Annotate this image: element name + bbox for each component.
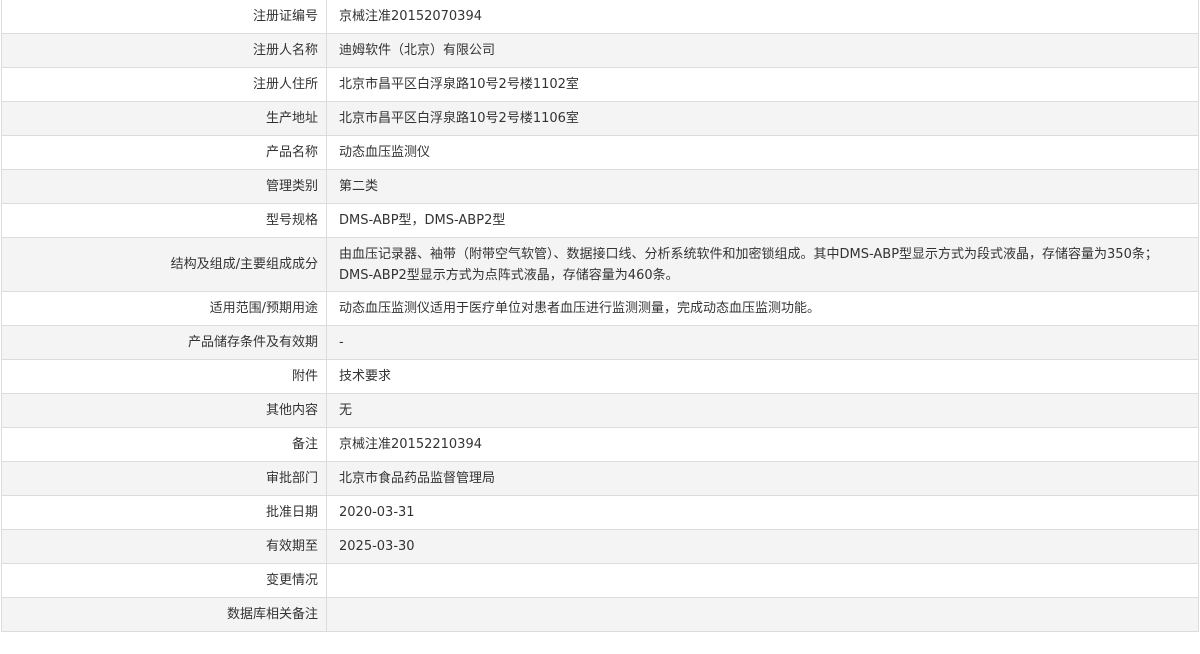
field-label: 产品名称 xyxy=(1,135,327,170)
field-label: 附件 xyxy=(1,359,327,394)
field-value: 迪姆软件（北京）有限公司 xyxy=(326,33,1199,68)
field-label: 注册证编号 xyxy=(1,0,327,34)
field-label: 有效期至 xyxy=(1,529,327,564)
row-registrant-address: 注册人住所 北京市昌平区白浮泉路10号2号楼1102室 xyxy=(1,67,1199,102)
row-attachment: 附件 技术要求 xyxy=(1,359,1199,394)
field-value: 京械注准20152210394 xyxy=(326,427,1199,462)
field-label: 变更情况 xyxy=(1,563,327,598)
field-label: 其他内容 xyxy=(1,393,327,428)
field-label: 注册人住所 xyxy=(1,67,327,102)
field-value: 技术要求 xyxy=(326,359,1199,394)
row-management-category: 管理类别 第二类 xyxy=(1,169,1199,204)
field-value: 第二类 xyxy=(326,169,1199,204)
field-label: 数据库相关备注 xyxy=(1,597,327,632)
field-label: 产品储存条件及有效期 xyxy=(1,325,327,360)
row-change-status: 变更情况 xyxy=(1,563,1199,598)
field-label: 生产地址 xyxy=(1,101,327,136)
row-approval-date: 批准日期 2020-03-31 xyxy=(1,495,1199,530)
field-value: - xyxy=(326,325,1199,360)
row-registration-number: 注册证编号 京械注准20152070394 xyxy=(1,0,1199,34)
field-value: 2025-03-30 xyxy=(326,529,1199,564)
field-label: 审批部门 xyxy=(1,461,327,496)
row-model-spec: 型号规格 DMS-ABP型，DMS-ABP2型 xyxy=(1,203,1199,238)
row-valid-until: 有效期至 2025-03-30 xyxy=(1,529,1199,564)
field-value: 北京市昌平区白浮泉路10号2号楼1106室 xyxy=(326,101,1199,136)
field-label: 注册人名称 xyxy=(1,33,327,68)
field-value xyxy=(326,563,1199,598)
field-value xyxy=(326,597,1199,632)
row-database-remarks: 数据库相关备注 xyxy=(1,597,1199,632)
row-remarks: 备注 京械注准20152210394 xyxy=(1,427,1199,462)
field-value: 2020-03-31 xyxy=(326,495,1199,530)
field-label: 适用范围/预期用途 xyxy=(1,291,327,326)
row-storage-validity: 产品储存条件及有效期 - xyxy=(1,325,1199,360)
field-label: 批准日期 xyxy=(1,495,327,530)
field-value: 由血压记录器、袖带（附带空气软管）、数据接口线、分析系统软件和加密锁组成。其中D… xyxy=(326,237,1199,292)
registration-detail: 注册证编号 京械注准20152070394 注册人名称 迪姆软件（北京）有限公司… xyxy=(1,0,1199,632)
field-value: 北京市昌平区白浮泉路10号2号楼1102室 xyxy=(326,67,1199,102)
row-approval-department: 审批部门 北京市食品药品监督管理局 xyxy=(1,461,1199,496)
field-value: 无 xyxy=(326,393,1199,428)
row-structure-composition: 结构及组成/主要组成成分 由血压记录器、袖带（附带空气软管）、数据接口线、分析系… xyxy=(1,237,1199,292)
row-production-address: 生产地址 北京市昌平区白浮泉路10号2号楼1106室 xyxy=(1,101,1199,136)
field-value: DMS-ABP型，DMS-ABP2型 xyxy=(326,203,1199,238)
field-label: 结构及组成/主要组成成分 xyxy=(1,237,327,292)
field-label: 型号规格 xyxy=(1,203,327,238)
row-registrant-name: 注册人名称 迪姆软件（北京）有限公司 xyxy=(1,33,1199,68)
field-value: 动态血压监测仪 xyxy=(326,135,1199,170)
field-label: 管理类别 xyxy=(1,169,327,204)
field-value: 京械注准20152070394 xyxy=(326,0,1199,34)
field-value: 北京市食品药品监督管理局 xyxy=(326,461,1199,496)
row-intended-use: 适用范围/预期用途 动态血压监测仪适用于医疗单位对患者血压进行监测测量，完成动态… xyxy=(1,291,1199,326)
row-product-name: 产品名称 动态血压监测仪 xyxy=(1,135,1199,170)
registration-detail-table: 注册证编号 京械注准20152070394 注册人名称 迪姆软件（北京）有限公司… xyxy=(1,0,1199,632)
row-other-content: 其他内容 无 xyxy=(1,393,1199,428)
field-value: 动态血压监测仪适用于医疗单位对患者血压进行监测测量，完成动态血压监测功能。 xyxy=(326,291,1199,326)
field-label: 备注 xyxy=(1,427,327,462)
